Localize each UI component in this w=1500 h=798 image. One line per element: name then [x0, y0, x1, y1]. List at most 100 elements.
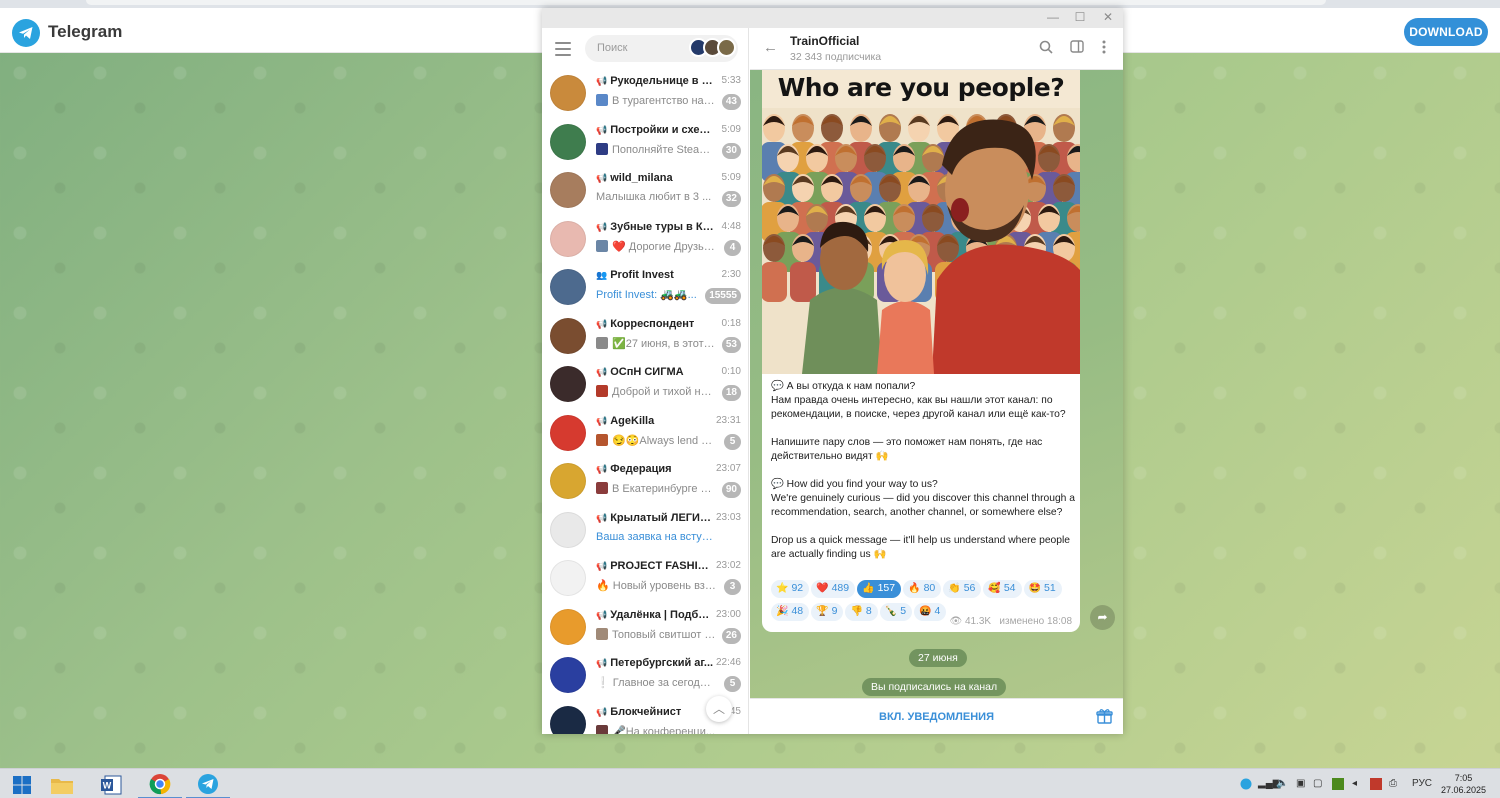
reaction-emoji: 🥰: [988, 583, 1001, 594]
chat-time: 23:02: [715, 560, 741, 571]
megaphone-icon: 📢: [596, 609, 608, 620]
chat-name: 📢 Петербургский аг...: [596, 657, 714, 669]
reaction-emoji: 🍾: [884, 606, 898, 617]
chat-list-item[interactable]: 📢 Федерация 23:07 В Екатеринбурге сос... …: [542, 458, 748, 507]
sidebar-toggle-icon[interactable]: [1068, 40, 1086, 58]
hamburger-menu-icon[interactable]: [555, 42, 571, 56]
channel-post[interactable]: Who are you people? 💬 А вы откуда к нам …: [762, 70, 1080, 632]
search-icon[interactable]: [1037, 40, 1055, 58]
reaction-chip[interactable]: ⭐ 92: [771, 580, 810, 598]
post-image[interactable]: Who are you people?: [762, 70, 1080, 374]
unread-badge: 90: [721, 482, 741, 498]
chat-preview: Топовый свитшот Ni...: [596, 627, 716, 641]
reaction-chip[interactable]: 🎉 48: [771, 603, 810, 621]
reaction-emoji: 🤬: [919, 606, 932, 617]
reaction-chip[interactable]: 🏆 9: [811, 603, 844, 621]
browser-chrome: [0, 0, 1500, 8]
reaction-chip[interactable]: 🤬 4: [914, 603, 947, 621]
chat-list-item[interactable]: 📢 Удалёнка | Подбо... 23:00 Топовый свитш…: [542, 604, 748, 653]
chat-list-item[interactable]: 📢 Рукодельнице в по... 5:33 В турагентств…: [542, 70, 748, 119]
reaction-count: 4: [934, 605, 941, 617]
enable-notifications-button[interactable]: ВКЛ. УВЕДОМЛЕНИЯ: [750, 699, 1123, 734]
chat-time: 22:46: [715, 657, 741, 668]
chat-preview: ❤️ Дорогие Друзья, ...: [596, 239, 716, 253]
chat-list-item[interactable]: 👥 Profit Invest 2:30 Profit Invest: 🚜🚜...…: [542, 264, 748, 313]
channel-title[interactable]: TrainOfficial: [790, 34, 859, 48]
word-icon[interactable]: W: [89, 771, 133, 798]
file-explorer-icon[interactable]: [40, 771, 84, 798]
telegram-tray-icon[interactable]: [1240, 778, 1252, 793]
channel-view: ← TrainOfficial 32 343 подписчика Who ar…: [750, 28, 1123, 734]
telegram-taskbar-icon[interactable]: [186, 771, 230, 798]
telegram-logo-icon[interactable]: [12, 19, 40, 47]
chat-preview: 🎤На конференци...: [596, 724, 716, 734]
tray-app-icon[interactable]: [1370, 778, 1382, 793]
chat-time: 23:31: [715, 414, 741, 426]
chat-title: PROJECT FASHION: [610, 560, 714, 572]
clock[interactable]: 7:05 27.06.2025: [1441, 772, 1486, 796]
printer-icon[interactable]: ⎙: [1389, 778, 1397, 789]
maximize-icon[interactable]: ☐: [1072, 10, 1088, 24]
speaker-icon[interactable]: ◂: [1352, 778, 1357, 789]
minimize-icon[interactable]: —: [1045, 10, 1061, 24]
address-bar[interactable]: [86, 0, 1326, 5]
chat-list-item[interactable]: 📢 Зубные туры в Кит... 4:48 ❤️ Дорогие Др…: [542, 216, 748, 265]
reaction-chip[interactable]: 🥰 54: [983, 580, 1022, 598]
chat-name: 📢 wild_milana: [596, 172, 714, 184]
story-avatars[interactable]: [689, 38, 736, 57]
megaphone-icon: 📢: [596, 173, 608, 183]
volume-icon[interactable]: 🔈: [1276, 778, 1288, 789]
gift-icon[interactable]: [1096, 708, 1113, 725]
post-paragraph: 💬 А вы откуда к нам попали? Нам правда о…: [771, 381, 1066, 420]
reaction-chip[interactable]: 🍾 5: [879, 603, 913, 621]
chat-name: 📢 Крылатый ЛЕГИОН: [596, 512, 714, 524]
more-options-icon[interactable]: [1095, 40, 1113, 58]
download-button[interactable]: DOWNLOAD: [1404, 18, 1488, 46]
reaction-chip[interactable]: 🤩 51: [1023, 580, 1062, 598]
chat-title: Блокчейнист: [610, 705, 682, 718]
chat-list-item[interactable]: 📢 Крылатый ЛЕГИОН 23:03 Ваша заявка на вс…: [542, 507, 748, 556]
chat-preview-text: Profit Invest: 🚜🚜...: [596, 289, 697, 301]
chrome-icon[interactable]: [138, 771, 182, 798]
clock-time: 7:05: [1454, 773, 1473, 783]
tray-app-icon[interactable]: ▢: [1313, 778, 1322, 789]
scroll-up-button[interactable]: ︿: [706, 696, 732, 722]
chat-list-item[interactable]: 📢Постройки и схемы... 5:09 Пополняйте St…: [542, 119, 748, 168]
chat-preview: Profit Invest: 🚜🚜...: [596, 288, 716, 301]
megaphone-icon: 📢: [596, 658, 608, 668]
chat-list-item[interactable]: 📢 Корреспондент 0:18 ✅27 июня, в этот д..…: [542, 313, 748, 362]
reaction-chip[interactable]: 🔥 80: [903, 580, 942, 598]
view-count: 41.3K: [964, 616, 992, 627]
share-icon[interactable]: ➦: [1090, 605, 1115, 630]
story-avatar[interactable]: [717, 38, 736, 57]
chat-name: 👥 Profit Invest: [596, 269, 714, 281]
reaction-chip[interactable]: 👎 8: [845, 603, 878, 621]
window-titlebar[interactable]: — ☐ ✕: [542, 8, 1123, 28]
back-arrow-icon[interactable]: ←: [763, 39, 778, 56]
unread-badge: 15555: [705, 288, 741, 304]
chat-list-item[interactable]: 📢 wild_milana 5:09 Малышка любит в 3 ... …: [542, 167, 748, 216]
chat-title: Петербургский аг...: [610, 657, 714, 669]
chat-list-item[interactable]: 📢 PROJECT FASHION 23:02 🔥 Новый уровень в…: [542, 555, 748, 604]
language-indicator[interactable]: РУС: [1412, 778, 1432, 789]
reaction-chip[interactable]: ❤️ 489: [811, 580, 856, 598]
reaction-emoji: 👍: [862, 583, 875, 594]
chat-name: 📢 Блокчейнист: [596, 706, 714, 718]
chat-preview: Пополняйте Steam ...: [596, 142, 716, 156]
megaphone-icon: 📢: [596, 367, 608, 377]
chat-preview: ✅27 июня, в этот д...: [596, 336, 716, 350]
chat-list-item[interactable]: 📢 Петербургский аг... 22:46 ❕ Главное за …: [542, 652, 748, 701]
chat-list-item[interactable]: 📢 ОСпН СИГМА 0:10 Доброй и тихой ноч... 1…: [542, 361, 748, 410]
chat-name: 📢Постройки и схемы...: [596, 124, 714, 136]
tray-app-icon[interactable]: ▣: [1296, 778, 1305, 789]
reaction-chip[interactable]: 👏 56: [943, 580, 982, 598]
start-icon[interactable]: [0, 771, 44, 798]
reaction-chip[interactable]: 👍 157: [857, 580, 902, 598]
brand-name[interactable]: Telegram: [48, 22, 122, 42]
chat-list-item[interactable]: 📢 AgeKilla 23:31 😏😳Always lend a h... 5: [542, 410, 748, 459]
nvidia-icon[interactable]: [1332, 778, 1344, 793]
reaction-count: 51: [1043, 582, 1056, 594]
chat-title: Удалёнка | Подбо...: [610, 608, 714, 621]
close-icon[interactable]: ✕: [1100, 10, 1116, 24]
unread-badge: 32: [721, 191, 741, 207]
